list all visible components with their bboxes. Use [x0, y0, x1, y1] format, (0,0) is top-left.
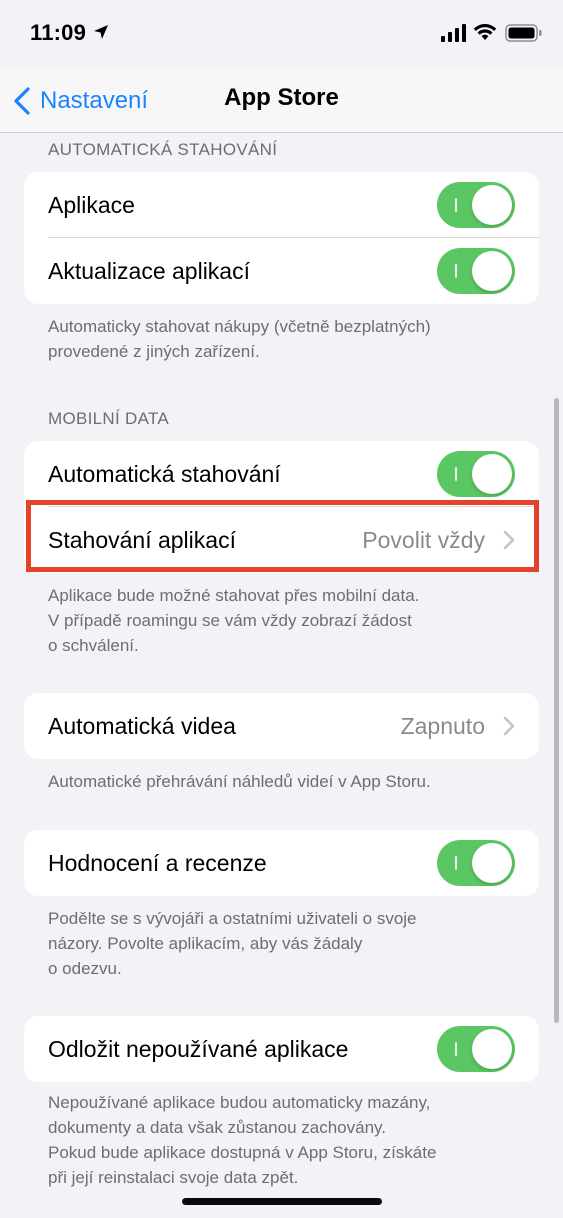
row-label: Hodnocení a recenze: [48, 849, 267, 876]
footer-videos: Automatické přehrávání náhledů videí v A…: [48, 769, 528, 794]
row-label: Aplikace: [48, 191, 135, 218]
page-title: App Store: [224, 84, 339, 111]
row-label: Odložit nepoužívané aplikace: [48, 1035, 349, 1062]
group-videos: Automatická videa Zapnuto: [24, 693, 539, 759]
footer-line: o odezvu.: [48, 959, 122, 978]
toggle-on-indicator: [455, 198, 457, 212]
toggle-offload-unused[interactable]: [437, 1026, 515, 1072]
row-value: Zapnuto: [400, 712, 485, 739]
row-app-updates: Aktualizace aplikací: [24, 238, 539, 304]
toggle-knob: [472, 843, 512, 883]
footer-offload: Nepoužívané aplikace budou automaticky m…: [48, 1090, 528, 1190]
group-auto-downloads: Aplikace Aktualizace aplikací: [24, 172, 539, 304]
section-header-auto-downloads: AUTOMATICKÁ STAHOVÁNÍ: [48, 140, 278, 159]
footer-line: Automatické přehrávání náhledů videí v A…: [48, 772, 431, 791]
row-label: Automatická stahování: [48, 460, 281, 487]
footer-auto-downloads: Automaticky stahovat nákupy (včetně bezp…: [48, 314, 528, 364]
home-indicator[interactable]: [182, 1198, 382, 1205]
toggle-knob: [472, 185, 512, 225]
footer-line: V případě roamingu se vám vždy zobrazí ž…: [48, 611, 412, 630]
footer-line: Nepoužívané aplikace budou automaticky m…: [48, 1093, 431, 1112]
row-auto-downloads-mobile: Automatická stahování: [24, 441, 539, 507]
footer-line: Automaticky stahovat nákupy (včetně bezp…: [48, 317, 431, 336]
group-mobile-data: Automatická stahování Stahování aplikací…: [24, 441, 539, 573]
toggle-on-indicator: [455, 856, 457, 870]
row-label: Aktualizace aplikací: [48, 257, 250, 284]
toggle-knob: [472, 1029, 512, 1069]
chevron-right-icon: [503, 716, 515, 736]
footer-line: Aplikace bude možné stahovat přes mobiln…: [48, 586, 420, 605]
toggle-apps[interactable]: [437, 182, 515, 228]
toggle-knob: [472, 454, 512, 494]
chevron-right-icon: [503, 530, 515, 550]
toggle-auto-downloads-mobile[interactable]: [437, 451, 515, 497]
section-header-mobile-data: MOBILNÍ DATA: [48, 409, 170, 428]
navigation-bar: Nastavení App Store: [0, 70, 563, 133]
row-auto-videos[interactable]: Automatická videa Zapnuto: [24, 693, 539, 759]
wifi-icon: [473, 24, 497, 40]
group-offload: Odložit nepoužívané aplikace: [24, 1016, 539, 1082]
toggle-on-indicator: [455, 467, 457, 481]
status-bar: 11:09: [0, 0, 563, 70]
footer-line: Podělte se s vývojáři a ostatními uživat…: [48, 909, 417, 928]
row-value: Povolit vždy: [362, 526, 485, 553]
toggle-knob: [472, 251, 512, 291]
scrollbar[interactable]: [554, 398, 559, 1023]
status-time: 11:09: [30, 20, 87, 45]
footer-mobile-data: Aplikace bude možné stahovat přes mobiln…: [48, 583, 528, 658]
footer-line: o schválení.: [48, 636, 139, 655]
row-ratings-reviews: Hodnocení a recenze: [24, 830, 539, 896]
footer-line: provedené z jiných zařízení.: [48, 342, 260, 361]
toggle-on-indicator: [455, 264, 457, 278]
group-ratings: Hodnocení a recenze: [24, 830, 539, 896]
footer-line: Pokud bude aplikace dostupná v App Storu…: [48, 1143, 437, 1162]
row-offload-unused: Odložit nepoužívané aplikace: [24, 1016, 539, 1082]
footer-line: při její reinstalaci svoje data zpět.: [48, 1168, 299, 1187]
battery-icon: [505, 24, 542, 42]
row-app-downloads[interactable]: Stahování aplikací Povolit vždy: [24, 507, 539, 573]
cellular-signal-icon: [441, 24, 466, 42]
footer-line: názory. Povolte aplikacím, aby vás žádal…: [48, 934, 363, 953]
row-label: Automatická videa: [48, 712, 236, 739]
footer-ratings: Podělte se s vývojáři a ostatními uživat…: [48, 906, 528, 981]
footer-line: dokumenty a data však zůstanou zachovány…: [48, 1118, 386, 1137]
toggle-app-updates[interactable]: [437, 248, 515, 294]
toggle-ratings-reviews[interactable]: [437, 840, 515, 886]
toggle-on-indicator: [455, 1042, 457, 1056]
location-arrow-icon: [94, 25, 108, 39]
row-label: Stahování aplikací: [48, 526, 236, 553]
row-apps: Aplikace: [24, 172, 539, 238]
